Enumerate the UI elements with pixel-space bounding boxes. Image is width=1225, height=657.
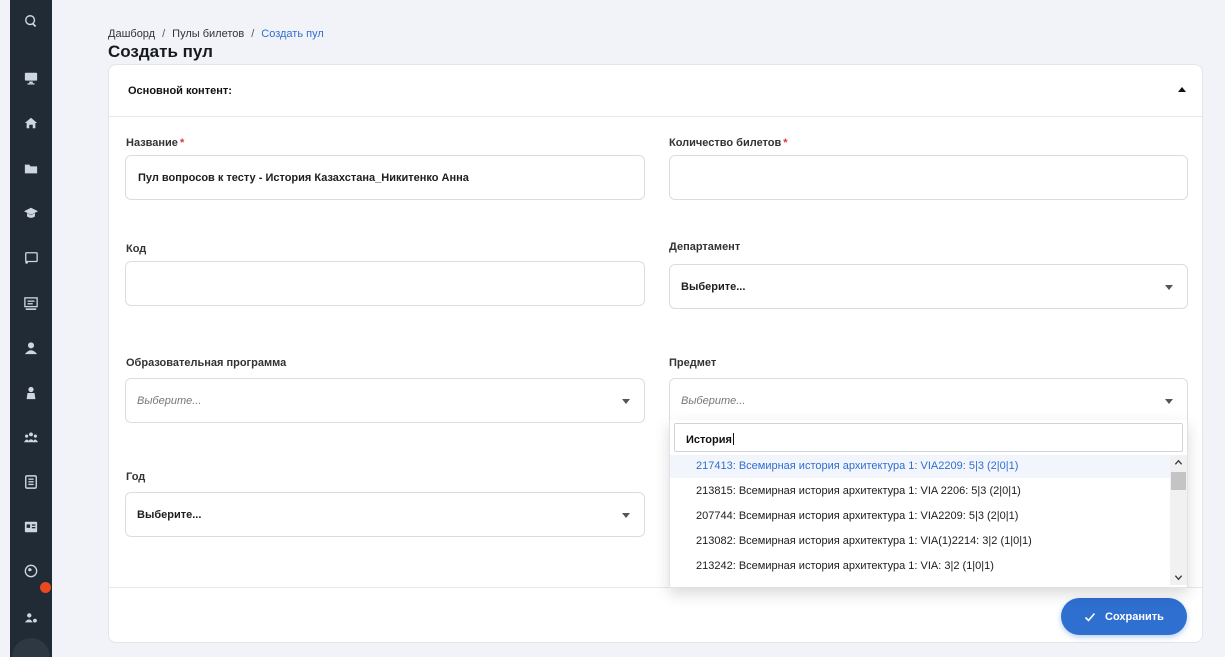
subject-label: Предмет — [669, 357, 717, 369]
subject-option[interactable]: 207744: Всемирная история архитектура 1:… — [670, 505, 1170, 528]
search-icon[interactable] — [10, 9, 52, 33]
chevron-down-icon — [1165, 285, 1173, 290]
department-selected: Выберите... — [681, 281, 746, 293]
chevron-down-icon — [622, 399, 630, 404]
document-icon[interactable] — [10, 470, 52, 494]
teacher-icon[interactable] — [10, 381, 52, 405]
group-icon[interactable] — [10, 425, 52, 449]
id-card-icon[interactable] — [10, 515, 52, 539]
subject-placeholder: Выберите... — [681, 395, 746, 407]
tickets-count-label-text: Количество билетов — [669, 137, 782, 149]
breadcrumb-dashboard[interactable]: Дашборд — [108, 28, 155, 40]
subject-option[interactable]: 213242: Всемирная история архитектура 1:… — [670, 555, 1170, 578]
chevron-down-icon — [622, 513, 630, 518]
breadcrumb-current: Создать пул — [261, 28, 324, 40]
program-placeholder: Выберите... — [137, 395, 202, 407]
year-label: Год — [126, 471, 146, 483]
subject-option[interactable]: 217413: Всемирная история архитектура 1:… — [670, 455, 1170, 478]
dropdown-scrollbar[interactable] — [1170, 455, 1187, 585]
sidebar-panel — [10, 0, 52, 657]
subject-select[interactable]: Выберите... — [669, 378, 1188, 423]
year-select[interactable]: Выберите... — [125, 492, 645, 537]
save-button-label: Сохранить — [1105, 610, 1164, 623]
tickets-count-input[interactable] — [669, 155, 1188, 200]
globe-icon[interactable] — [10, 559, 52, 583]
breadcrumb-pools[interactable]: Пулы билетов — [172, 28, 244, 40]
folder-icon[interactable] — [10, 157, 52, 181]
year-selected: Выберите... — [137, 509, 202, 521]
chevron-down-icon — [1165, 399, 1173, 404]
scroll-up-icon[interactable] — [1170, 455, 1187, 470]
presentation-icon[interactable] — [10, 292, 52, 316]
subject-dropdown: История 217413: Всемирная история архите… — [669, 420, 1188, 588]
breadcrumb-separator: / — [162, 28, 166, 40]
graduation-cap-icon[interactable] — [10, 201, 52, 225]
check-icon — [1084, 612, 1096, 622]
scroll-down-icon[interactable] — [1170, 570, 1187, 585]
name-label: Название * — [126, 137, 184, 149]
cast-icon[interactable] — [10, 246, 52, 270]
tickets-count-label: Количество билетов * — [669, 137, 788, 149]
scrollbar-thumb[interactable] — [1171, 472, 1186, 490]
subject-search-text: История — [686, 434, 732, 446]
text-cursor — [732, 433, 734, 445]
program-select[interactable]: Выберите... — [125, 378, 645, 423]
card-header[interactable]: Основной контент: — [109, 65, 1202, 117]
department-label: Департамент — [669, 241, 741, 253]
code-input[interactable] — [125, 261, 645, 306]
required-mark: * — [783, 137, 788, 149]
subject-option[interactable]: 213082: Всемирная история архитектура 1:… — [670, 530, 1170, 553]
caret-up-icon[interactable] — [1178, 87, 1186, 92]
save-button[interactable]: Сохранить — [1061, 598, 1187, 635]
user-icon[interactable] — [10, 336, 52, 360]
name-label-text: Название — [126, 137, 178, 149]
required-mark: * — [179, 137, 185, 149]
name-input[interactable]: Пул вопросов к тесту - История Казахстан… — [125, 155, 645, 200]
user-settings-icon[interactable] — [10, 606, 52, 630]
page-title: Создать пул — [108, 42, 213, 61]
name-input-value: Пул вопросов к тесту - История Казахстан… — [138, 172, 469, 184]
breadcrumb: Дашборд / Пулы билетов / Создать пул — [108, 28, 324, 40]
sidebar-avatar[interactable] — [12, 638, 50, 657]
breadcrumb-separator: / — [251, 28, 255, 40]
code-label: Код — [126, 243, 147, 255]
subject-option[interactable]: 213815: Всемирная история архитектура 1:… — [670, 480, 1170, 503]
home-icon[interactable] — [10, 111, 52, 135]
subject-search-value: История — [686, 433, 734, 446]
card-header-title: Основной контент: — [128, 85, 232, 97]
sidebar — [0, 0, 66, 657]
department-select[interactable]: Выберите... — [669, 264, 1188, 309]
notification-badge — [40, 582, 51, 593]
subject-search-input[interactable]: История — [674, 423, 1183, 452]
program-label: Образовательная программа — [126, 357, 287, 369]
subject-options-list: 217413: Всемирная история архитектура 1:… — [670, 455, 1170, 585]
monitor-icon[interactable] — [10, 66, 52, 90]
